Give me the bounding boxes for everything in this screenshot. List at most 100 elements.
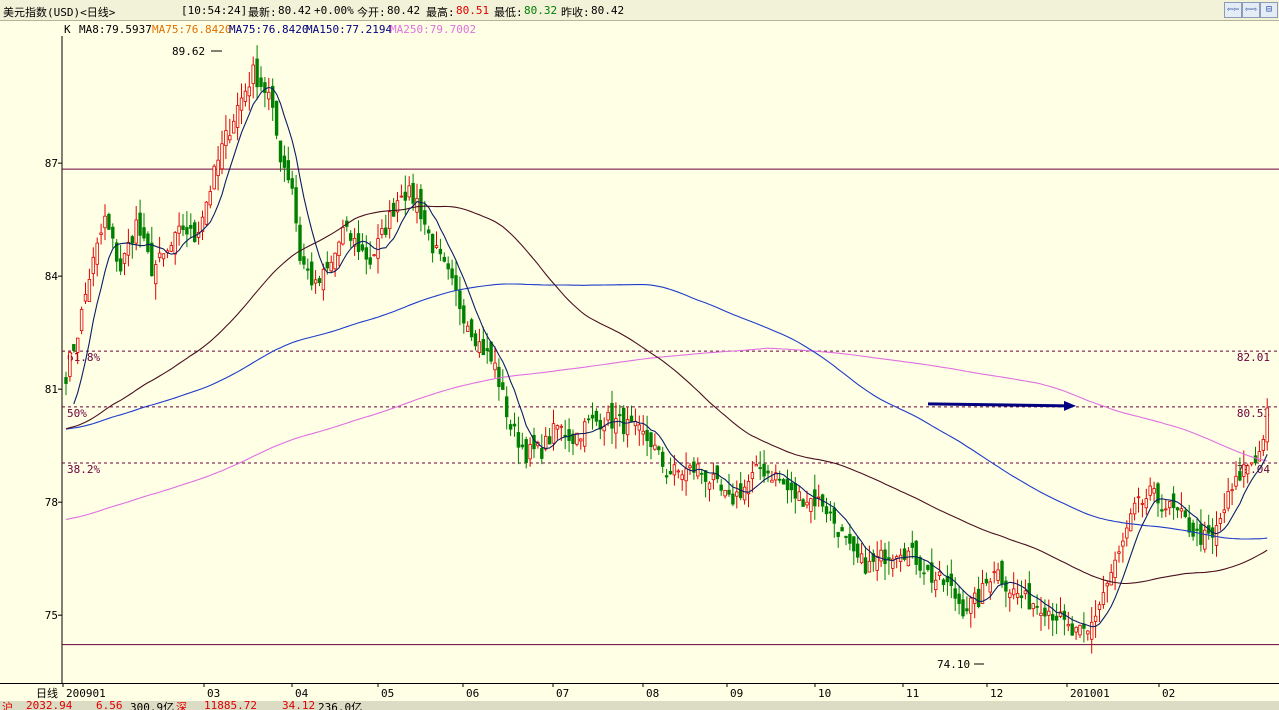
fib-level-label: 50% (67, 407, 87, 420)
candle-body (286, 160, 290, 181)
candle-body (423, 210, 427, 225)
min-price-label: 74.10 (937, 658, 970, 671)
candle-body (107, 213, 111, 230)
candle-body (715, 465, 719, 480)
candle-body (1086, 630, 1090, 635)
candle-body (727, 489, 731, 495)
max-price-label: 89.62 (172, 45, 205, 58)
candle-body (489, 341, 493, 362)
candle-body (996, 569, 1000, 581)
candle-body (341, 226, 345, 245)
candle-body (805, 501, 809, 506)
index-ticker-bar: 沪 2032.94 6.56 300.9亿 深 11885.72 34.12 2… (0, 701, 1279, 710)
candle-body (220, 143, 224, 170)
candle-body (649, 432, 653, 448)
candle-body (657, 446, 661, 451)
candle-body (384, 227, 388, 235)
candle-body (87, 278, 92, 302)
y-tick-label: 84 (45, 270, 59, 283)
candle-body (442, 256, 446, 262)
candle-body (1129, 513, 1133, 532)
fib-level-value: 79.04 (1237, 463, 1270, 476)
candle-body (329, 261, 333, 272)
candle-body (661, 451, 665, 467)
candle-body (72, 344, 76, 351)
candle-body (859, 553, 864, 564)
ticker-sz-change: 34.12 (282, 701, 316, 710)
trend-arrow-shaft (927, 402, 1067, 408)
candle-body (1148, 485, 1152, 496)
candle-body (228, 135, 232, 141)
candle-body (547, 436, 552, 445)
candle-body (497, 366, 501, 387)
candle-body (79, 309, 84, 332)
candle-body (501, 382, 505, 390)
candle-body (481, 339, 485, 356)
candle-body (504, 396, 509, 418)
candle-body (118, 258, 123, 272)
candle-body (797, 491, 801, 501)
fib-level-value: 80.53 (1237, 407, 1270, 420)
candle-body (306, 268, 310, 271)
candle-body (337, 241, 341, 256)
candle-body (153, 264, 158, 285)
candle-body (1066, 623, 1070, 627)
candlestick-chart[interactable]: 75 78 81 84 87 61.8% 82.01 50% 80.53 38.2% 79.04 89… (0, 0, 1279, 701)
candle-body (1253, 455, 1258, 464)
candle-body (446, 263, 450, 270)
candle-body (380, 228, 384, 235)
ticker-sz-label: 深 (176, 701, 187, 710)
candle-body (778, 478, 782, 481)
candle-body (157, 252, 162, 259)
candle-body (668, 470, 673, 475)
candle-body (364, 247, 368, 260)
candle-body (1140, 502, 1145, 505)
candle-body (622, 407, 626, 435)
candle-body (91, 256, 95, 274)
ma75-line (65, 205, 1268, 585)
ticker-sz-value: 11885.72 (204, 701, 257, 710)
candle-body (430, 233, 435, 254)
candle-body (146, 233, 150, 252)
candle-body (840, 527, 844, 532)
candle-body (953, 588, 957, 599)
candle-body (1152, 488, 1156, 494)
candle-body (142, 227, 146, 239)
candle-body (540, 447, 544, 459)
candle-body (298, 224, 302, 261)
candle-body (1043, 607, 1047, 617)
candle-body (836, 532, 840, 537)
candle-body (255, 58, 259, 88)
candle-body (688, 465, 692, 469)
candle-body (555, 425, 560, 430)
candle-body (809, 498, 813, 512)
candle-body (321, 268, 326, 291)
candle-body (863, 557, 868, 574)
candle-body (454, 275, 458, 291)
candle-body (278, 140, 283, 163)
candle-body (875, 555, 879, 571)
candle-body (618, 414, 622, 417)
candle-body (676, 470, 680, 473)
candle-body (360, 244, 365, 251)
candle-body (711, 473, 716, 481)
candle-body (1090, 621, 1094, 640)
candle-body (1246, 465, 1250, 475)
candle-body (426, 229, 431, 234)
candle-body (438, 248, 443, 255)
candle-body (1187, 517, 1191, 533)
candle-body (274, 100, 279, 136)
candle-body (294, 187, 298, 224)
candle-body (653, 444, 657, 450)
candle-body (177, 225, 181, 234)
candle-body (766, 470, 770, 474)
candle-body (957, 593, 961, 604)
candle-body (754, 464, 758, 467)
candle-body (856, 543, 860, 558)
candle-body (1047, 610, 1051, 616)
candle-body (641, 430, 645, 435)
candle-body (1214, 525, 1219, 546)
candle-body (376, 238, 380, 259)
candle-body (922, 572, 926, 575)
candle-body (415, 197, 419, 213)
